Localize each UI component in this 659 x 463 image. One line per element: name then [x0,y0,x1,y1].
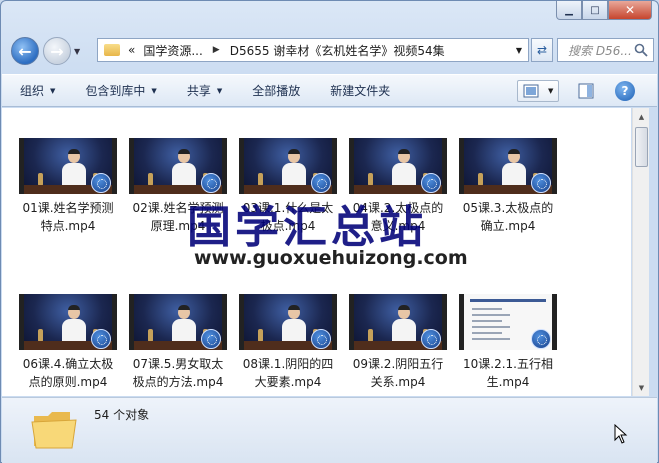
details-pane: 54 个对象 [2,397,657,463]
file-name: 09课.2.阴阳五行关系.mp4 [352,357,444,389]
breadcrumb-item[interactable]: 国学资源... [143,42,202,59]
file-item[interactable]: 04课.2.太极点的意义.mp4 [349,138,447,235]
video-file-icon [531,329,551,349]
scroll-down-icon[interactable]: ▼ [633,379,650,396]
breadcrumb-item-current[interactable]: D5655 谢幸材《玄机姓名学》视频54集 [230,42,445,59]
address-bar[interactable]: « 国学资源... ▶ D5655 谢幸材《玄机姓名学》视频54集 ▼ [97,38,529,62]
file-name: 06课.4.确立太极点的原则.mp4 [22,357,114,389]
video-thumbnail [239,294,337,350]
view-large-icons-icon [523,84,539,98]
video-file-icon [201,329,221,349]
video-file-icon [91,329,111,349]
item-count: 54 个对象 [94,408,150,422]
back-button[interactable]: ← [11,37,39,65]
recent-pages-dropdown-icon[interactable]: ▼ [74,47,80,56]
video-thumbnail [349,294,447,350]
video-thumbnail [19,294,117,350]
share-label: 共享 [186,84,211,98]
caption-buttons: ▁ □ ✕ [556,1,652,20]
minimize-button[interactable]: ▁ [556,1,582,20]
file-item[interactable]: 09课.2.阴阳五行关系.mp4 [349,294,447,391]
video-file-icon [421,329,441,349]
include-in-library-label: 包含到库中 [85,84,146,98]
organize-menu[interactable]: 组织 ▼ [20,82,55,99]
play-all-label: 全部播放 [252,84,301,98]
help-button[interactable]: ? [615,81,635,101]
new-folder-button[interactable]: 新建文件夹 [330,82,390,99]
file-name: 05课.3.太极点的确立.mp4 [462,201,554,233]
play-all-button[interactable]: 全部播放 [252,82,300,99]
file-item[interactable]: 01课.姓名学预测特点.mp4 [19,138,117,235]
video-file-icon [421,173,441,193]
video-file-icon [91,173,111,193]
search-icon [634,43,648,57]
file-name: 08课.1.阴阳的四大要素.mp4 [242,357,334,389]
file-item[interactable]: 10课.2.1.五行相生.mp4 [459,294,557,391]
file-item[interactable]: 06课.4.确立太极点的原则.mp4 [19,294,117,391]
scrollbar-thumb[interactable] [635,127,648,167]
search-input[interactable]: 搜索 D56... [557,38,654,62]
share-menu[interactable]: 共享 ▼ [187,82,222,99]
video-thumbnail [349,138,447,194]
organize-label: 组织 [20,84,45,98]
new-folder-label: 新建文件夹 [330,84,391,98]
maximize-button[interactable]: □ [582,1,608,20]
mouse-cursor-icon [614,424,628,444]
forward-button[interactable]: → [43,37,71,65]
video-file-icon [201,173,221,193]
explorer-window: ▁ □ ✕ ← → ▼ « 国学资源... ▶ D5655 谢幸材《玄机姓名学》… [0,0,659,463]
folder-icon [104,44,120,56]
vertical-scrollbar[interactable]: ▲ ▼ [632,108,649,396]
file-item[interactable]: 05课.3.太极点的确立.mp4 [459,138,557,235]
change-view-button[interactable]: ▼ [517,80,559,102]
file-name: 10课.2.1.五行相生.mp4 [463,357,553,389]
chevron-down-icon: ▼ [50,86,56,95]
close-button[interactable]: ✕ [608,1,652,20]
refresh-button[interactable]: ⇄ [531,38,553,62]
chevron-down-icon: ▼ [151,86,157,95]
video-thumbnail [459,138,557,194]
command-bar: 组织 ▼ 包含到库中 ▼ 共享 ▼ 全部播放 新建文件夹 ▼ ? [2,74,657,107]
video-thumbnail [129,294,227,350]
include-in-library-menu[interactable]: 包含到库中 ▼ [85,82,156,99]
file-name: 02课.姓名学预测原理.mp4 [132,201,224,233]
folder-icon [31,412,77,449]
navigation-bar: ← → ▼ « 国学资源... ▶ D5655 谢幸材《玄机姓名学》视频54集 … [11,36,654,66]
video-thumbnail [129,138,227,194]
preview-pane-button[interactable] [575,80,597,102]
refresh-icon: ⇄ [536,43,548,57]
file-name: 07课.5.男女取太极点的方法.mp4 [132,357,224,389]
video-file-icon [311,173,331,193]
file-list[interactable]: 01课.姓名学预测特点.mp4 02课.姓名学预测原理.mp4 03课.1.什么是太… [2,108,631,396]
preview-pane-icon [578,83,594,99]
file-name: 04课.2.太极点的意义.mp4 [352,201,444,233]
file-item[interactable]: 02课.姓名学预测原理.mp4 [129,138,227,235]
file-name: 01课.姓名学预测特点.mp4 [22,201,114,233]
video-file-icon [531,173,551,193]
breadcrumb-overflow[interactable]: « [128,43,135,57]
file-item[interactable]: 07课.5.男女取太极点的方法.mp4 [129,294,227,391]
file-item[interactable]: 03课.1.什么是太极点.mp4 [239,138,337,235]
file-item[interactable]: 08课.1.阴阳的四大要素.mp4 [239,294,337,391]
chevron-down-icon: ▼ [216,86,223,95]
video-thumbnail [239,138,337,194]
chevron-down-icon: ▼ [547,87,554,95]
breadcrumb-separator-icon[interactable]: ▶ [213,45,220,55]
address-dropdown-icon[interactable]: ▼ [516,46,522,55]
video-thumbnail [19,138,117,194]
file-name: 03课.1.什么是太极点.mp4 [242,201,334,233]
video-file-icon [311,329,331,349]
scroll-up-icon[interactable]: ▲ [633,108,650,125]
video-thumbnail [459,294,557,350]
search-placeholder: 搜索 D56... [568,43,632,58]
